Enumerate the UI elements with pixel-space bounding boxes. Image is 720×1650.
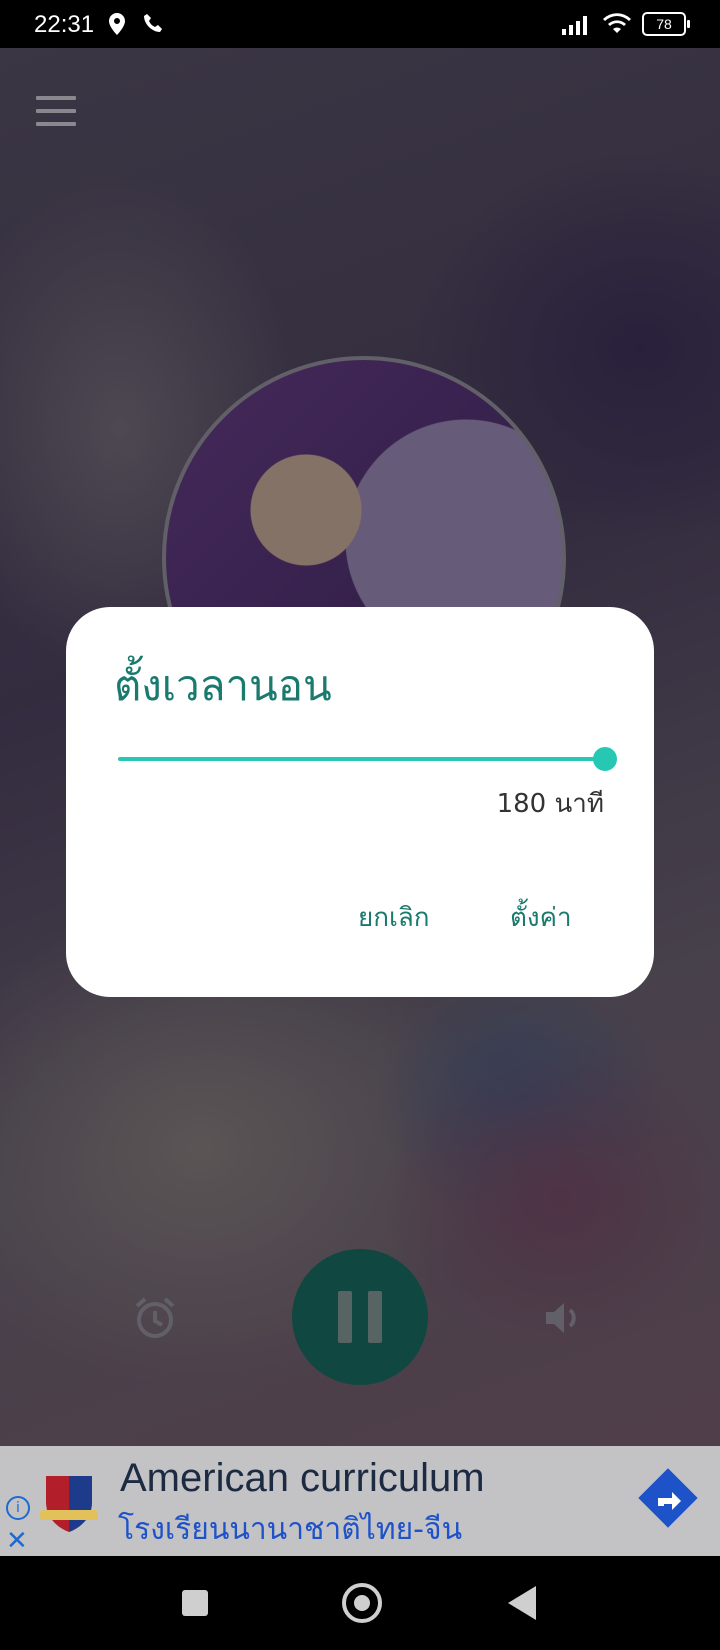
nav-recents-icon[interactable] <box>182 1590 208 1616</box>
set-button[interactable]: ตั้งค่า <box>510 897 572 938</box>
wifi-icon <box>603 13 631 33</box>
nav-home-icon[interactable] <box>342 1583 382 1623</box>
ad-subline[interactable]: โรงเรียนนานาชาติไทย-จีน <box>118 1506 462 1553</box>
status-right-icons: 78 <box>560 12 690 36</box>
phone-icon <box>144 14 162 32</box>
ad-info-icon[interactable]: i <box>6 1496 30 1520</box>
status-time: 22:31 <box>34 11 95 38</box>
ad-close-icon[interactable]: ✕ <box>6 1526 28 1556</box>
battery-icon: 78 <box>642 12 690 36</box>
ad-logo <box>40 1476 98 1532</box>
cancel-button[interactable]: ยกเลิก <box>358 897 430 938</box>
ad-arrow-icon[interactable] <box>638 1468 698 1528</box>
duration-slider[interactable] <box>118 747 617 771</box>
slider-thumb[interactable] <box>593 747 617 771</box>
nav-back-icon[interactable] <box>508 1586 536 1620</box>
status-left-icons <box>108 12 164 36</box>
location-icon <box>109 13 125 35</box>
ad-headline[interactable]: American curriculum <box>120 1456 485 1501</box>
ad-banner[interactable]: i ✕ American curriculum โรงเรียนนานาชาติ… <box>0 1446 720 1556</box>
status-bar: 22:31 78 <box>0 0 720 48</box>
slider-value-label: 180 นาที <box>496 789 604 819</box>
navigation-bar <box>0 1556 720 1650</box>
sleep-timer-dialog: ตั้งเวลานอน 180 นาที ยกเลิก ตั้งค่า <box>66 607 654 997</box>
dialog-title: ตั้งเวลานอน <box>114 661 332 710</box>
signal-icon <box>562 16 587 35</box>
